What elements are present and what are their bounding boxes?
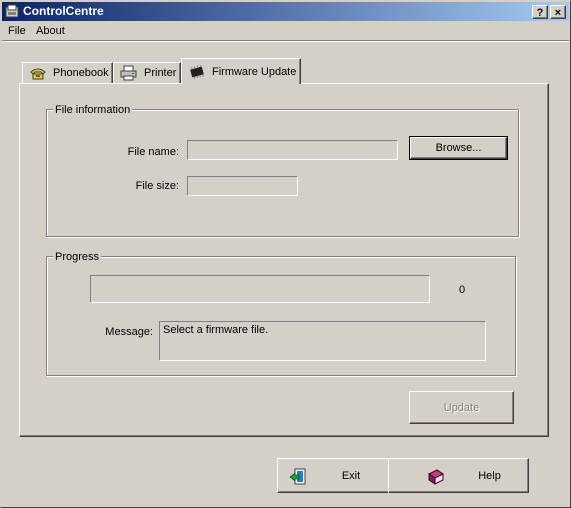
close-title-button[interactable]: × [550,5,566,19]
help-book-icon [428,469,444,485]
printer-icon [120,65,137,81]
exit-button[interactable]: Exit [277,458,391,493]
progress-value: 0 [459,284,466,296]
file-information-legend: File information [53,104,133,117]
browse-button-label: Browse... [435,142,482,154]
exit-icon [289,468,306,485]
progress-bar [90,275,430,303]
file-size-label: File size: [135,180,179,192]
menu-file[interactable]: File [5,24,29,38]
exit-button-label: Exit [341,469,361,482]
file-size-field [187,176,298,196]
message-box: Select a firmware file. [159,321,486,361]
update-button-label: Update [443,401,480,414]
window-title: ControlCentre [23,4,104,18]
help-button-label: Help [478,469,501,482]
update-button[interactable]: Update [409,391,514,424]
tab-firmware-update-label: Firmware Update [212,65,297,78]
app-icon [5,4,19,18]
browse-button[interactable]: Browse... [409,136,508,160]
file-name-label: File name: [127,146,179,158]
tab-firmware-update[interactable]: Firmware Update [181,58,301,84]
file-name-field[interactable] [187,140,398,160]
help-title-button[interactable]: ? [532,5,548,19]
message-text: Select a firmware file. [163,324,269,336]
file-information-group [46,109,519,237]
tab-printer[interactable]: Printer [113,62,181,83]
tab-printer-label: Printer [144,67,177,79]
title-bar[interactable]: ControlCentre ? × [2,2,569,21]
progress-legend: Progress [53,251,102,264]
menu-about[interactable]: About [33,24,68,38]
message-label: Message: [105,326,153,338]
help-button[interactable]: Help [388,458,529,493]
chip-icon [190,64,204,79]
tab-phonebook[interactable]: Phonebook [22,62,113,83]
phone-icon [30,68,46,80]
menu-separator [2,40,569,42]
tab-phonebook-label: Phonebook [53,67,109,79]
